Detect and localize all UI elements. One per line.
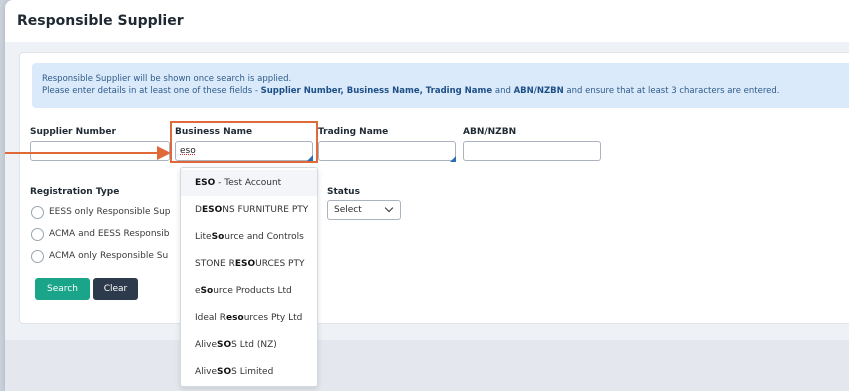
suggestion-item[interactable]: LiteSource and Controls	[181, 224, 317, 250]
trading-name-label: Trading Name	[318, 127, 389, 137]
suggestion-match: So	[211, 232, 225, 242]
suggestion-text: urce Products Ltd	[213, 286, 292, 296]
suggestion-item[interactable]: STONE RESOURCES PTY	[181, 251, 317, 277]
suggestion-text: S Limited	[231, 367, 274, 377]
trading-name-input[interactable]	[318, 141, 456, 161]
suggestion-text: Lite	[195, 232, 212, 242]
suggestion-text: S Ltd (NZ)	[231, 340, 277, 350]
resize-handle-icon[interactable]	[450, 156, 456, 162]
search-card: Responsible Supplier will be shown once …	[19, 52, 849, 324]
supplier-number-input[interactable]	[30, 141, 170, 161]
page-header: Responsible Supplier	[5, 0, 849, 42]
suggestion-text: - Test Account	[215, 178, 282, 188]
suggestion-text: Alive	[195, 367, 218, 377]
suggestion-item[interactable]: Ideal Resources Pty Ltd	[181, 305, 317, 331]
suggestion-match: So	[200, 286, 214, 296]
status-label: Status	[327, 187, 360, 197]
status-select[interactable]: Select	[327, 200, 401, 220]
info-field-trading-name: Trading Name	[425, 86, 493, 96]
suggestion-match: ESO	[201, 205, 223, 215]
registration-type-label: Registration Type	[30, 187, 120, 197]
abn-label: ABN/NZBN	[463, 127, 517, 137]
info-banner: Responsible Supplier will be shown once …	[32, 63, 849, 108]
clear-button[interactable]: Clear	[93, 278, 138, 300]
app-window: Responsible Supplier Responsible Supplie…	[5, 0, 849, 391]
chevron-down-icon	[384, 203, 394, 213]
radio-label: ACMA and EESS Responsib	[49, 229, 170, 239]
suggestion-match: SO	[217, 367, 232, 377]
radio-label: ACMA only Responsible Su	[49, 251, 169, 261]
info-suffix: and ensure that at least 3 characters ar…	[563, 86, 780, 96]
abn-input[interactable]	[463, 141, 601, 161]
suggestion-match: eso	[226, 313, 244, 323]
status-select-value: Select	[334, 205, 362, 215]
suggestion-match: SO	[217, 340, 232, 350]
suggestion-item[interactable]: eSource Products Ltd	[181, 278, 317, 304]
radio-label: EESS only Responsible Sup	[49, 207, 171, 217]
suggestion-text: urce and Controls	[224, 232, 304, 242]
radio-icon[interactable]	[31, 228, 44, 241]
info-and: and	[492, 86, 514, 96]
info-field-supplier-number: Supplier Number	[260, 86, 341, 96]
suggestion-text: STONE R	[195, 259, 235, 269]
suggestion-item[interactable]: AliveSOS Limited	[181, 359, 317, 385]
info-prefix: Please enter details in at least one of …	[42, 86, 261, 96]
suggestion-text: Alive	[195, 340, 218, 350]
info-line-1: Responsible Supplier will be shown once …	[42, 74, 292, 84]
footer-area	[5, 340, 849, 391]
arrow-right-icon	[157, 146, 171, 160]
suggestion-text: D	[195, 205, 202, 215]
search-button[interactable]: Search	[35, 278, 90, 300]
radio-icon[interactable]	[31, 206, 44, 219]
radio-icon[interactable]	[31, 250, 44, 263]
business-name-suggestions: ESO - Test Account DESONS FURNITURE PTY …	[180, 167, 318, 387]
suggestion-match: ESO	[195, 178, 216, 188]
suggestion-text: NS FURNITURE PTY	[222, 205, 309, 215]
page-title: Responsible Supplier	[17, 13, 184, 29]
info-line-2: Please enter details in at least one of …	[42, 85, 779, 97]
suggestion-text: Ideal R	[195, 313, 227, 323]
info-field-business-name: Business Name	[346, 86, 420, 96]
info-field-abn: ABN/NZBN	[513, 86, 564, 96]
arrow-annotation-line	[5, 152, 157, 154]
suggestion-text: URCES PTY	[255, 259, 305, 269]
suggestion-text: urces Pty Ltd	[243, 313, 303, 323]
suggestion-item[interactable]: AliveSOS Ltd (NZ)	[181, 332, 317, 358]
highlight-annotation-box	[170, 121, 318, 163]
suggestion-item[interactable]: ESO - Test Account	[181, 170, 317, 196]
suggestion-item[interactable]: DESONS FURNITURE PTY	[181, 197, 317, 223]
supplier-number-label: Supplier Number	[30, 127, 116, 137]
suggestion-match: ESO	[234, 259, 256, 269]
